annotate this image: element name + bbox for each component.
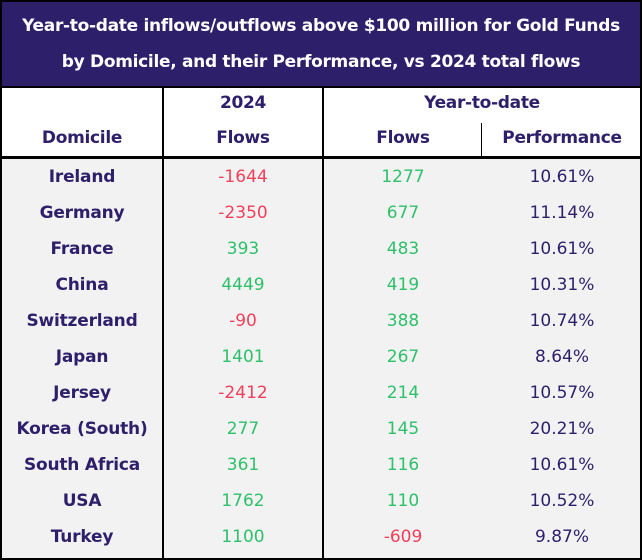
flows-ytd-cell: -609 [383, 527, 423, 547]
table-row: South Africa 361 116 10.61% [2, 447, 640, 483]
table-row: Ireland -1644 1277 10.61% [2, 159, 640, 195]
performance-cell: 9.87% [534, 527, 589, 547]
table-title: Year-to-date inflows/outflows above $100… [2, 2, 640, 88]
performance-cell: 8.64% [534, 347, 589, 367]
performance-cell: 10.57% [529, 383, 595, 403]
flows-ytd-cell: 110 [386, 491, 420, 511]
title-line-2: by Domicile, and their Performance, vs 2… [61, 52, 581, 72]
header-domicile: Domicile [41, 128, 123, 148]
flows-ytd-cell: 214 [386, 383, 420, 403]
table-row: Jersey -2412 214 10.57% [2, 375, 640, 411]
flows-2024-cell: -2350 [218, 203, 268, 223]
domicile-cell: Japan [55, 347, 109, 367]
flows-ytd-cell: 1277 [381, 167, 425, 187]
flows-ytd-cell: 267 [386, 347, 420, 367]
domicile-cell: Turkey [50, 527, 114, 547]
table-row: France 393 483 10.61% [2, 231, 640, 267]
table-row: Switzerland -90 388 10.74% [2, 303, 640, 339]
domicile-cell: South Africa [23, 455, 141, 475]
divider [481, 123, 482, 156]
flows-ytd-cell: 677 [386, 203, 420, 223]
flows-ytd-cell: 116 [386, 455, 420, 475]
performance-cell: 10.61% [529, 167, 595, 187]
flows-ytd-cell: 483 [386, 239, 420, 259]
flows-ytd-cell: 145 [386, 419, 420, 439]
domicile-cell: Jersey [53, 383, 111, 403]
performance-cell: 10.52% [529, 491, 595, 511]
domicile-cell: Germany [39, 203, 125, 223]
flows-2024-cell: 4449 [221, 275, 265, 295]
header-performance: Performance [502, 128, 622, 148]
flows-2024-cell: 1100 [221, 527, 265, 547]
header-group-2024: 2024 [219, 93, 267, 113]
domicile-cell: USA [62, 491, 102, 511]
flows-2024-cell: 1762 [221, 491, 265, 511]
domicile-cell: Ireland [48, 167, 116, 187]
flows-2024-cell: 1401 [221, 347, 265, 367]
table-row: Korea (South) 277 145 20.21% [2, 411, 640, 447]
flows-2024-cell: -1644 [218, 167, 268, 187]
performance-cell: 10.31% [529, 275, 595, 295]
header-flows-2024: Flows [216, 128, 270, 148]
domicile-cell: France [50, 239, 114, 259]
domicile-cell: Switzerland [26, 311, 138, 331]
table-header: Domicile 2024 Flows Year-to-date Flows P… [2, 88, 640, 159]
flows-2024-cell: 393 [226, 239, 260, 259]
gold-funds-table: Year-to-date inflows/outflows above $100… [0, 0, 642, 560]
performance-cell: 10.74% [529, 311, 595, 331]
performance-cell: 11.14% [529, 203, 595, 223]
table-row: China 4449 419 10.31% [2, 267, 640, 303]
flows-2024-cell: -2412 [218, 383, 268, 403]
domicile-cell: Korea (South) [16, 419, 148, 439]
header-flows-ytd: Flows [376, 128, 430, 148]
flows-2024-cell: 277 [226, 419, 260, 439]
flows-ytd-cell: 419 [386, 275, 420, 295]
performance-cell: 10.61% [529, 239, 595, 259]
title-line-1: Year-to-date inflows/outflows above $100… [22, 16, 620, 36]
table-row: Turkey 1100 -609 9.87% [2, 519, 640, 555]
header-group-ytd: Year-to-date [424, 93, 540, 113]
performance-cell: 20.21% [529, 419, 595, 439]
table-body: Ireland -1644 1277 10.61% Germany -2350 677 11.… [2, 159, 640, 558]
flows-ytd-cell: 388 [386, 311, 420, 331]
flows-2024-cell: -90 [229, 311, 257, 331]
domicile-cell: China [55, 275, 109, 295]
table-row: USA 1762 110 10.52% [2, 483, 640, 519]
table-row: Germany -2350 677 11.14% [2, 195, 640, 231]
performance-cell: 10.61% [529, 455, 595, 475]
flows-2024-cell: 361 [226, 455, 260, 475]
table-row: Japan 1401 267 8.64% [2, 339, 640, 375]
